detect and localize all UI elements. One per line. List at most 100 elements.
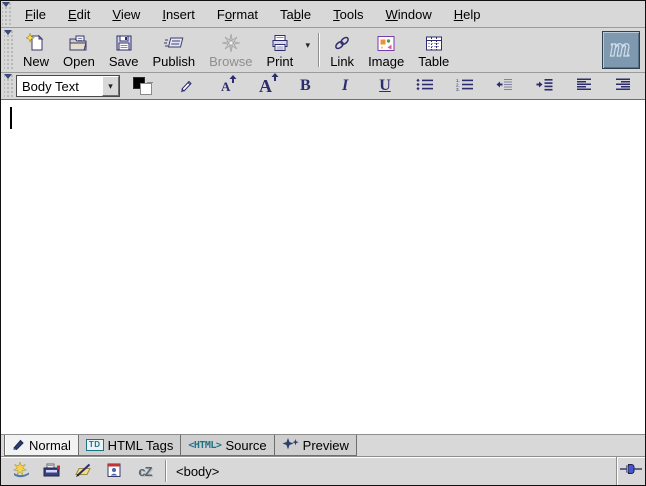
navigator-icon — [11, 462, 31, 481]
table-button-label: Table — [418, 54, 449, 69]
menu-insert[interactable]: Insert — [151, 7, 206, 22]
html-markup-icon: <HTML> — [188, 440, 221, 451]
save-button[interactable]: Save — [102, 29, 146, 71]
status-bar: cZ <body> — [1, 456, 645, 485]
menu-tools[interactable]: Tools — [322, 7, 374, 22]
menu-table[interactable]: Table — [269, 7, 322, 22]
link-button[interactable]: Link — [323, 29, 361, 71]
align-left-button[interactable] — [575, 75, 593, 97]
preview-star-icon — [282, 438, 299, 453]
menu-format[interactable]: Format — [206, 7, 269, 22]
publish-button[interactable]: Publish — [145, 29, 202, 71]
align-right-icon — [616, 78, 631, 94]
underline-button[interactable]: U — [376, 75, 394, 97]
element-path-body[interactable]: <body> — [176, 464, 219, 479]
bold-glyph: B — [300, 78, 311, 94]
mozilla-throbber[interactable]: m — [602, 31, 640, 69]
menu-window[interactable]: Window — [375, 7, 443, 22]
browse-button: Browse — [202, 29, 259, 71]
main-toolbar: New Open — [1, 28, 645, 73]
menu-help[interactable]: Help — [443, 7, 492, 22]
image-button[interactable]: Image — [361, 29, 411, 71]
table-button[interactable]: Table — [411, 29, 456, 71]
highlighter-pen-icon — [178, 77, 194, 96]
menu-edit[interactable]: Edit — [57, 7, 101, 22]
format-toolbar-grippy[interactable] — [4, 74, 14, 98]
paragraph-format-value: Body Text — [17, 79, 102, 94]
tab-normal[interactable]: Normal — [4, 435, 79, 456]
numbered-list-button[interactable]: 1. 2. 3. — [456, 75, 474, 97]
image-button-label: Image — [368, 54, 404, 69]
composer-window: File Edit View Insert Format Table Tools… — [0, 0, 646, 486]
editor-canvas[interactable] — [1, 100, 645, 434]
decrease-font-size-button[interactable]: A — [217, 75, 235, 97]
link-icon — [332, 31, 352, 53]
navigator-component-button[interactable] — [10, 461, 32, 481]
outdent-button[interactable] — [495, 75, 513, 97]
tab-preview[interactable]: Preview — [274, 435, 357, 456]
tab-source[interactable]: <HTML> Source — [180, 435, 274, 456]
menubar-grippy[interactable] — [2, 2, 12, 26]
tab-source-label: Source — [225, 438, 266, 453]
increase-font-size-button[interactable]: A — [256, 75, 274, 97]
tab-html-tags-label: HTML Tags — [108, 438, 174, 453]
svg-text:m: m — [610, 33, 630, 62]
tab-preview-label: Preview — [303, 438, 349, 453]
online-status-panel[interactable] — [616, 457, 645, 485]
pen-icon — [12, 438, 25, 453]
menubar: File Edit View Insert Format Table Tools… — [1, 1, 645, 28]
chatzilla-component-button[interactable]: cZ — [134, 461, 156, 481]
plug-icon — [620, 462, 642, 480]
link-button-label: Link — [330, 54, 354, 69]
size-arrow-icon — [271, 73, 279, 81]
highlight-color-button[interactable] — [177, 75, 195, 97]
new-button[interactable]: New — [16, 29, 56, 71]
print-button-label: Print — [266, 54, 293, 69]
save-floppy-icon — [114, 31, 134, 53]
td-tag-icon: TD — [86, 439, 104, 451]
underline-glyph: U — [379, 78, 391, 94]
bold-button[interactable]: B — [296, 75, 314, 97]
text-caret — [10, 107, 12, 129]
italic-glyph: I — [342, 78, 348, 94]
image-icon — [376, 31, 396, 53]
menu-view[interactable]: View — [101, 7, 151, 22]
composer-component-button[interactable] — [72, 461, 94, 481]
text-color-picker[interactable] — [132, 76, 155, 96]
tab-normal-label: Normal — [29, 438, 71, 453]
italic-button[interactable]: I — [336, 75, 354, 97]
chatzilla-icon: cZ — [138, 464, 151, 479]
browse-icon — [221, 31, 241, 53]
open-folder-icon — [68, 31, 89, 53]
publish-button-label: Publish — [152, 54, 195, 69]
open-button-label: Open — [63, 54, 95, 69]
outdent-icon — [496, 78, 513, 94]
indent-icon — [536, 78, 553, 94]
size-arrow-icon — [229, 75, 237, 83]
indent-button[interactable] — [535, 75, 553, 97]
browse-button-label: Browse — [209, 54, 252, 69]
mail-component-button[interactable] — [41, 461, 63, 481]
print-dropdown-arrow[interactable]: ▾ — [300, 29, 315, 71]
open-button[interactable]: Open — [56, 29, 102, 71]
svg-text:3.: 3. — [456, 87, 460, 91]
format-toolbar: Body Text ▾ A — [1, 73, 645, 100]
mozilla-m-logo-icon: m — [606, 33, 636, 68]
print-button[interactable]: Print — [259, 29, 300, 71]
align-right-button[interactable] — [615, 75, 633, 97]
component-bar: cZ — [1, 457, 165, 485]
edit-mode-tab-bar: Normal TD HTML Tags <HTML> Source Previe… — [1, 434, 645, 456]
menu-file[interactable]: File — [14, 7, 57, 22]
background-color-swatch[interactable] — [140, 83, 152, 95]
mail-icon — [42, 462, 62, 481]
tab-html-tags[interactable]: TD HTML Tags — [78, 435, 181, 456]
paragraph-format-select[interactable]: Body Text ▾ — [16, 75, 120, 97]
new-page-icon — [26, 31, 46, 53]
bullet-list-icon — [416, 78, 433, 94]
main-toolbar-grippy[interactable] — [4, 30, 14, 70]
new-button-label: New — [23, 54, 49, 69]
combo-arrow-icon: ▾ — [102, 76, 119, 96]
address-book-component-button[interactable] — [103, 461, 125, 481]
bullet-list-button[interactable] — [416, 75, 434, 97]
numbered-list-icon: 1. 2. 3. — [456, 78, 473, 94]
